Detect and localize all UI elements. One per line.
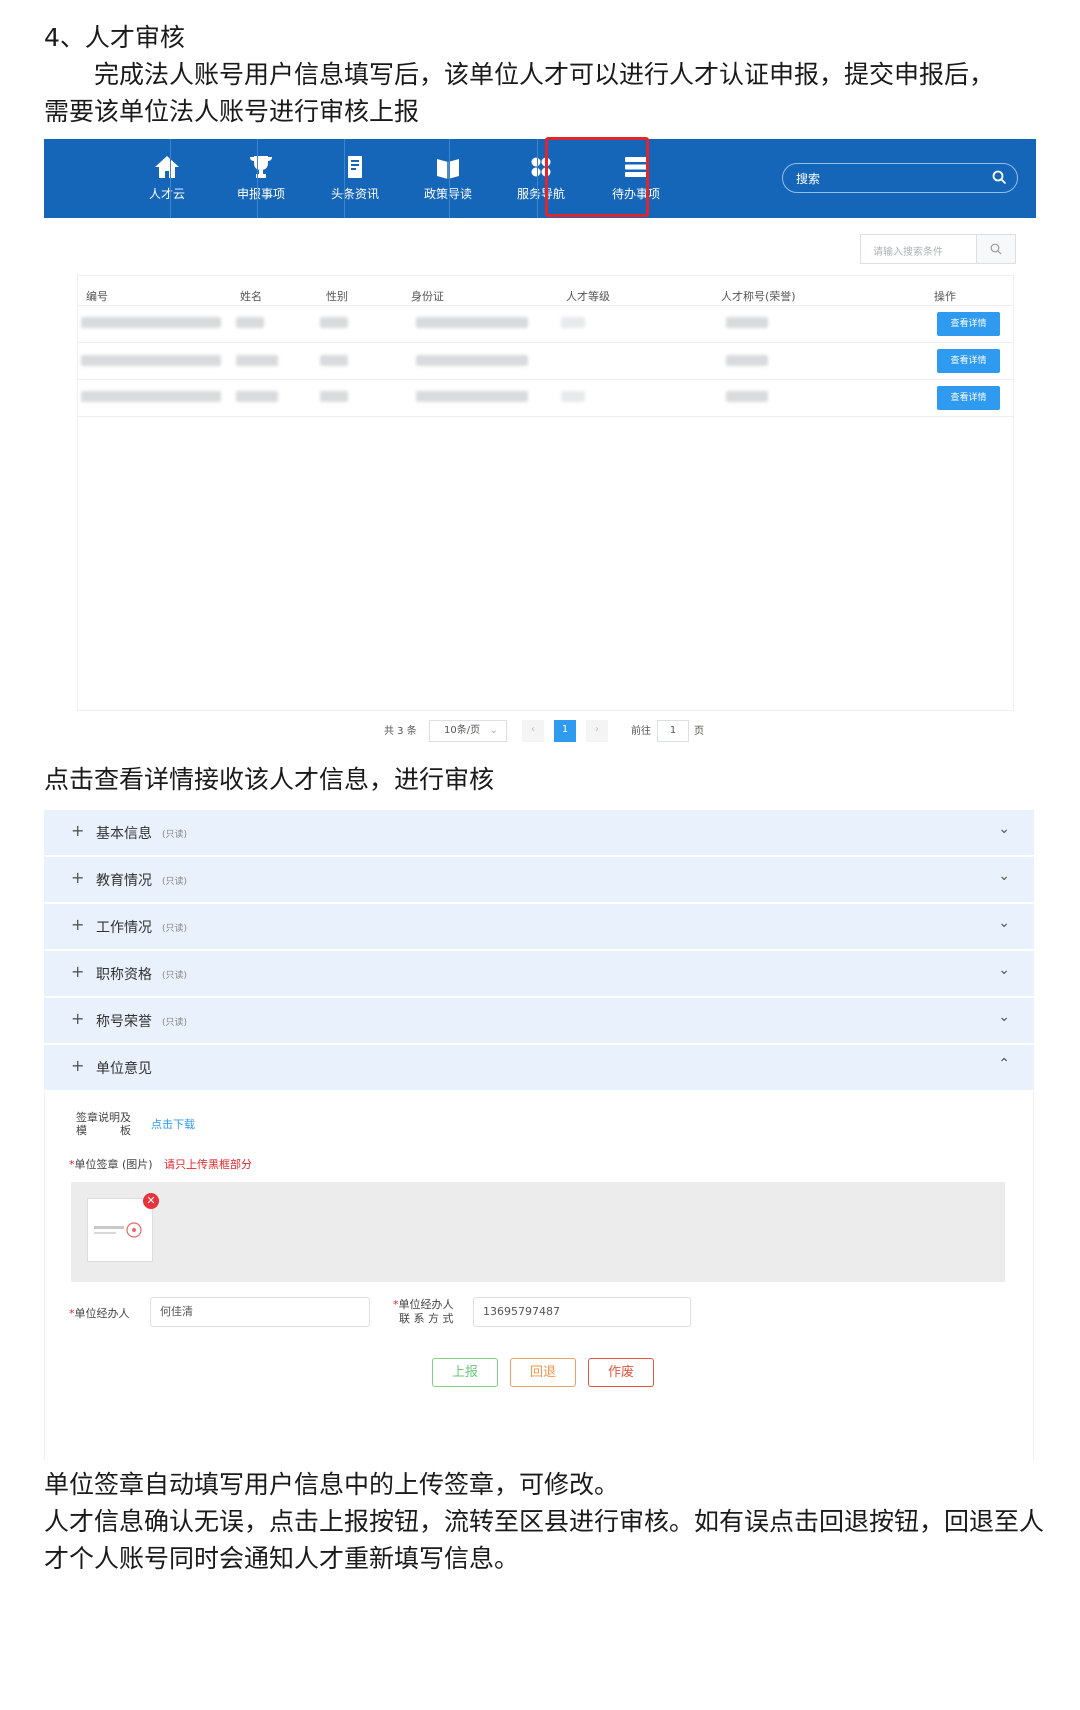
top-nav-bar: 人才云 申报事项 头条资讯 政策导读 服务导航 待办事项 搜索	[44, 137, 1036, 218]
plus-icon: +	[71, 962, 85, 981]
view-details-button[interactable]: 查看详情	[937, 349, 1000, 373]
seal-label: 单位签章 (图片)	[74, 1158, 153, 1171]
seal-upload-area[interactable]	[71, 1182, 1005, 1282]
page-size-value: 10条/页	[444, 725, 481, 736]
col-header-title: 人才称号(荣誉)	[721, 290, 796, 303]
chevron-down-icon: ⌄	[489, 725, 498, 736]
intro-line-1: 完成法人账号用户信息填写后，该单位人才可以进行人才认证申报，提交申报后，	[94, 60, 995, 89]
section-basic-info[interactable]: + 基本信息 (只读) ⌄	[44, 810, 1034, 856]
mid-text: 点击查看详情接收该人才信息，进行审核	[44, 765, 495, 794]
nav-item-headlines[interactable]: 头条资讯	[308, 139, 402, 218]
nav-search-input[interactable]: 搜索	[782, 163, 1018, 193]
chevron-down-icon: ⌄	[998, 915, 1010, 931]
contact-input[interactable]: 13695797487	[473, 1297, 691, 1327]
seal-thumbnail[interactable]	[87, 1198, 153, 1262]
submit-button[interactable]: 上报	[432, 1358, 498, 1387]
remove-image-icon[interactable]: ✕	[143, 1193, 159, 1209]
plus-icon: +	[71, 821, 85, 840]
outro-line-3: 才个人账号同时会通知人才重新填写信息。	[44, 1544, 520, 1573]
nav-item-declarations[interactable]: 申报事项	[214, 139, 308, 218]
view-details-button[interactable]: 查看详情	[937, 312, 1000, 336]
col-header-actions: 操作	[934, 290, 956, 303]
table-search-input[interactable]: 请输入搜索条件	[860, 234, 1016, 264]
pagination-total: 共 3 条	[384, 726, 417, 737]
outro-line-1: 单位签章自动填写用户信息中的上传签章，可修改。	[44, 1470, 620, 1499]
download-template-link[interactable]: 点击下载	[151, 1118, 195, 1131]
readonly-note: (只读)	[162, 971, 188, 981]
readonly-note: (只读)	[162, 877, 188, 887]
search-icon	[992, 170, 1007, 185]
section-title: 职称资格	[96, 967, 152, 983]
home-icon	[155, 156, 179, 178]
chevron-down-icon: ⌄	[998, 821, 1010, 837]
intro-line-2: 需要该单位法人账号进行审核上报	[44, 97, 420, 126]
section-title: 工作情况	[96, 920, 152, 936]
nav-label: 头条资讯	[330, 187, 379, 201]
nav-label: 政策导读	[423, 187, 472, 201]
book-icon	[437, 159, 459, 179]
page-1-button[interactable]: 1	[554, 720, 576, 742]
back-button[interactable]: 回退	[510, 1358, 576, 1387]
prev-page-button[interactable]: ‹	[522, 720, 544, 742]
search-icon	[990, 243, 1002, 255]
chevron-down-icon: ⌄	[998, 962, 1010, 978]
col-header-id-card: 身份证	[411, 290, 444, 303]
plus-icon: +	[71, 915, 85, 934]
handler-label: 单位经办人	[74, 1307, 130, 1320]
outro-line-2: 人才信息确认无误，点击上报按钮，流转至区县进行审核。如有误点击回退按钮，回退至人	[44, 1507, 1045, 1536]
section-qualification[interactable]: + 职称资格 (只读) ⌄	[44, 951, 1034, 997]
plus-icon: +	[71, 1009, 85, 1028]
seal-image	[94, 1222, 142, 1238]
chevron-up-icon: ⌃	[998, 1056, 1010, 1072]
chevron-down-icon: ⌄	[998, 1009, 1010, 1025]
table-search-placeholder: 请输入搜索条件	[873, 247, 943, 258]
nav-label: 人才云	[148, 187, 185, 201]
col-header-name: 姓名	[240, 290, 262, 303]
nav-item-talent-cloud[interactable]: 人才云	[120, 139, 214, 218]
nav-search-label: 搜索	[796, 172, 821, 186]
plus-icon: +	[71, 1056, 85, 1075]
section-title: 称号荣誉	[96, 1014, 152, 1030]
goto-suffix: 页	[694, 726, 704, 737]
section-unit-opinion[interactable]: + 单位意见 ⌃	[44, 1045, 1034, 1091]
talent-table	[77, 275, 1014, 711]
plus-icon: +	[71, 868, 85, 887]
chevron-down-icon: ⌄	[998, 868, 1010, 884]
col-header-level: 人才等级	[566, 290, 610, 303]
readonly-note: (只读)	[162, 1018, 188, 1028]
section-honors[interactable]: + 称号荣誉 (只读) ⌄	[44, 998, 1034, 1044]
void-button[interactable]: 作废	[588, 1358, 654, 1387]
view-details-button[interactable]: 查看详情	[937, 386, 1000, 410]
goto-prefix: 前往	[631, 726, 651, 737]
section-heading: 4、人才审核	[44, 23, 185, 52]
page-size-select[interactable]: 10条/页 ⌄	[429, 720, 507, 742]
nav-label: 申报事项	[236, 187, 285, 201]
nav-item-policy[interactable]: 政策导读	[401, 139, 495, 218]
col-header-id: 编号	[86, 290, 108, 303]
section-title: 教育情况	[96, 873, 152, 889]
contact-label-1: 单位经办人	[398, 1298, 454, 1311]
trophy-icon	[250, 156, 272, 178]
contact-label-2: 联 系 方 式	[399, 1312, 454, 1325]
handler-input[interactable]: 何佳清	[150, 1297, 370, 1327]
section-title: 单位意见	[96, 1061, 152, 1077]
section-title: 基本信息	[96, 826, 152, 842]
section-work[interactable]: + 工作情况 (只读) ⌄	[44, 904, 1034, 950]
seal-hint: 请只上传黑框部分	[164, 1158, 252, 1171]
template-label-1: 签章说明及	[76, 1111, 131, 1124]
next-page-button[interactable]: ›	[586, 720, 608, 742]
template-label-2: 模 板	[76, 1124, 131, 1137]
table-search-button[interactable]	[976, 235, 1015, 263]
readonly-note: (只读)	[162, 924, 188, 934]
col-header-gender: 性别	[326, 290, 348, 303]
readonly-note: (只读)	[162, 830, 188, 840]
section-education[interactable]: + 教育情况 (只读) ⌄	[44, 857, 1034, 903]
goto-page-input[interactable]: 1	[657, 720, 689, 742]
highlight-box	[545, 137, 649, 217]
